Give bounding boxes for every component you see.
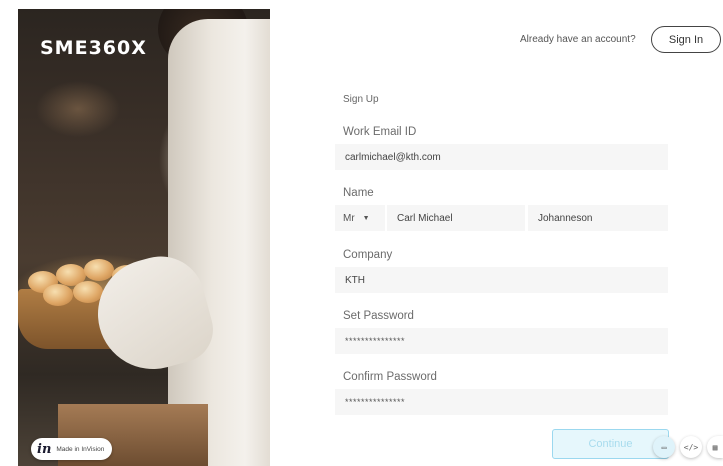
continue-button[interactable]: Continue (552, 429, 669, 459)
email-field[interactable] (335, 144, 668, 170)
top-strip (0, 0, 723, 9)
comment-icon[interactable]: ▭ (653, 436, 675, 458)
company-label: Company (343, 249, 393, 261)
invision-logo-icon: in (37, 441, 52, 457)
badge-label: Made in InVision (56, 445, 105, 453)
name-label: Name (343, 187, 374, 199)
first-name-field[interactable] (387, 205, 525, 231)
code-icon[interactable]: </> (680, 436, 702, 458)
password-label: Set Password (343, 310, 414, 322)
signin-prompt: Already have an account? (520, 34, 636, 45)
company-field[interactable] (335, 267, 668, 293)
brand-logo: SME360X (40, 37, 147, 59)
email-label: Work Email ID (343, 126, 417, 138)
hero-photo: SME360X in Made in InVision (18, 9, 270, 466)
made-in-invision-badge[interactable]: in Made in InVision (31, 438, 113, 460)
photo-bread-roll (43, 284, 73, 306)
grid-icon[interactable]: ▦ (707, 436, 723, 458)
password-field[interactable] (335, 328, 668, 354)
confirm-password-field[interactable] (335, 389, 668, 415)
title-select-value: Mr (343, 212, 355, 224)
photo-chef-coat (168, 19, 270, 466)
title-select[interactable]: Mr ▼ (335, 205, 385, 231)
sign-in-button[interactable]: Sign In (651, 26, 721, 53)
photo-bread-roll (84, 259, 114, 281)
form-heading: Sign Up (343, 94, 379, 105)
confirm-password-label: Confirm Password (343, 371, 437, 383)
last-name-field[interactable] (528, 205, 668, 231)
caret-down-icon: ▼ (362, 214, 370, 222)
